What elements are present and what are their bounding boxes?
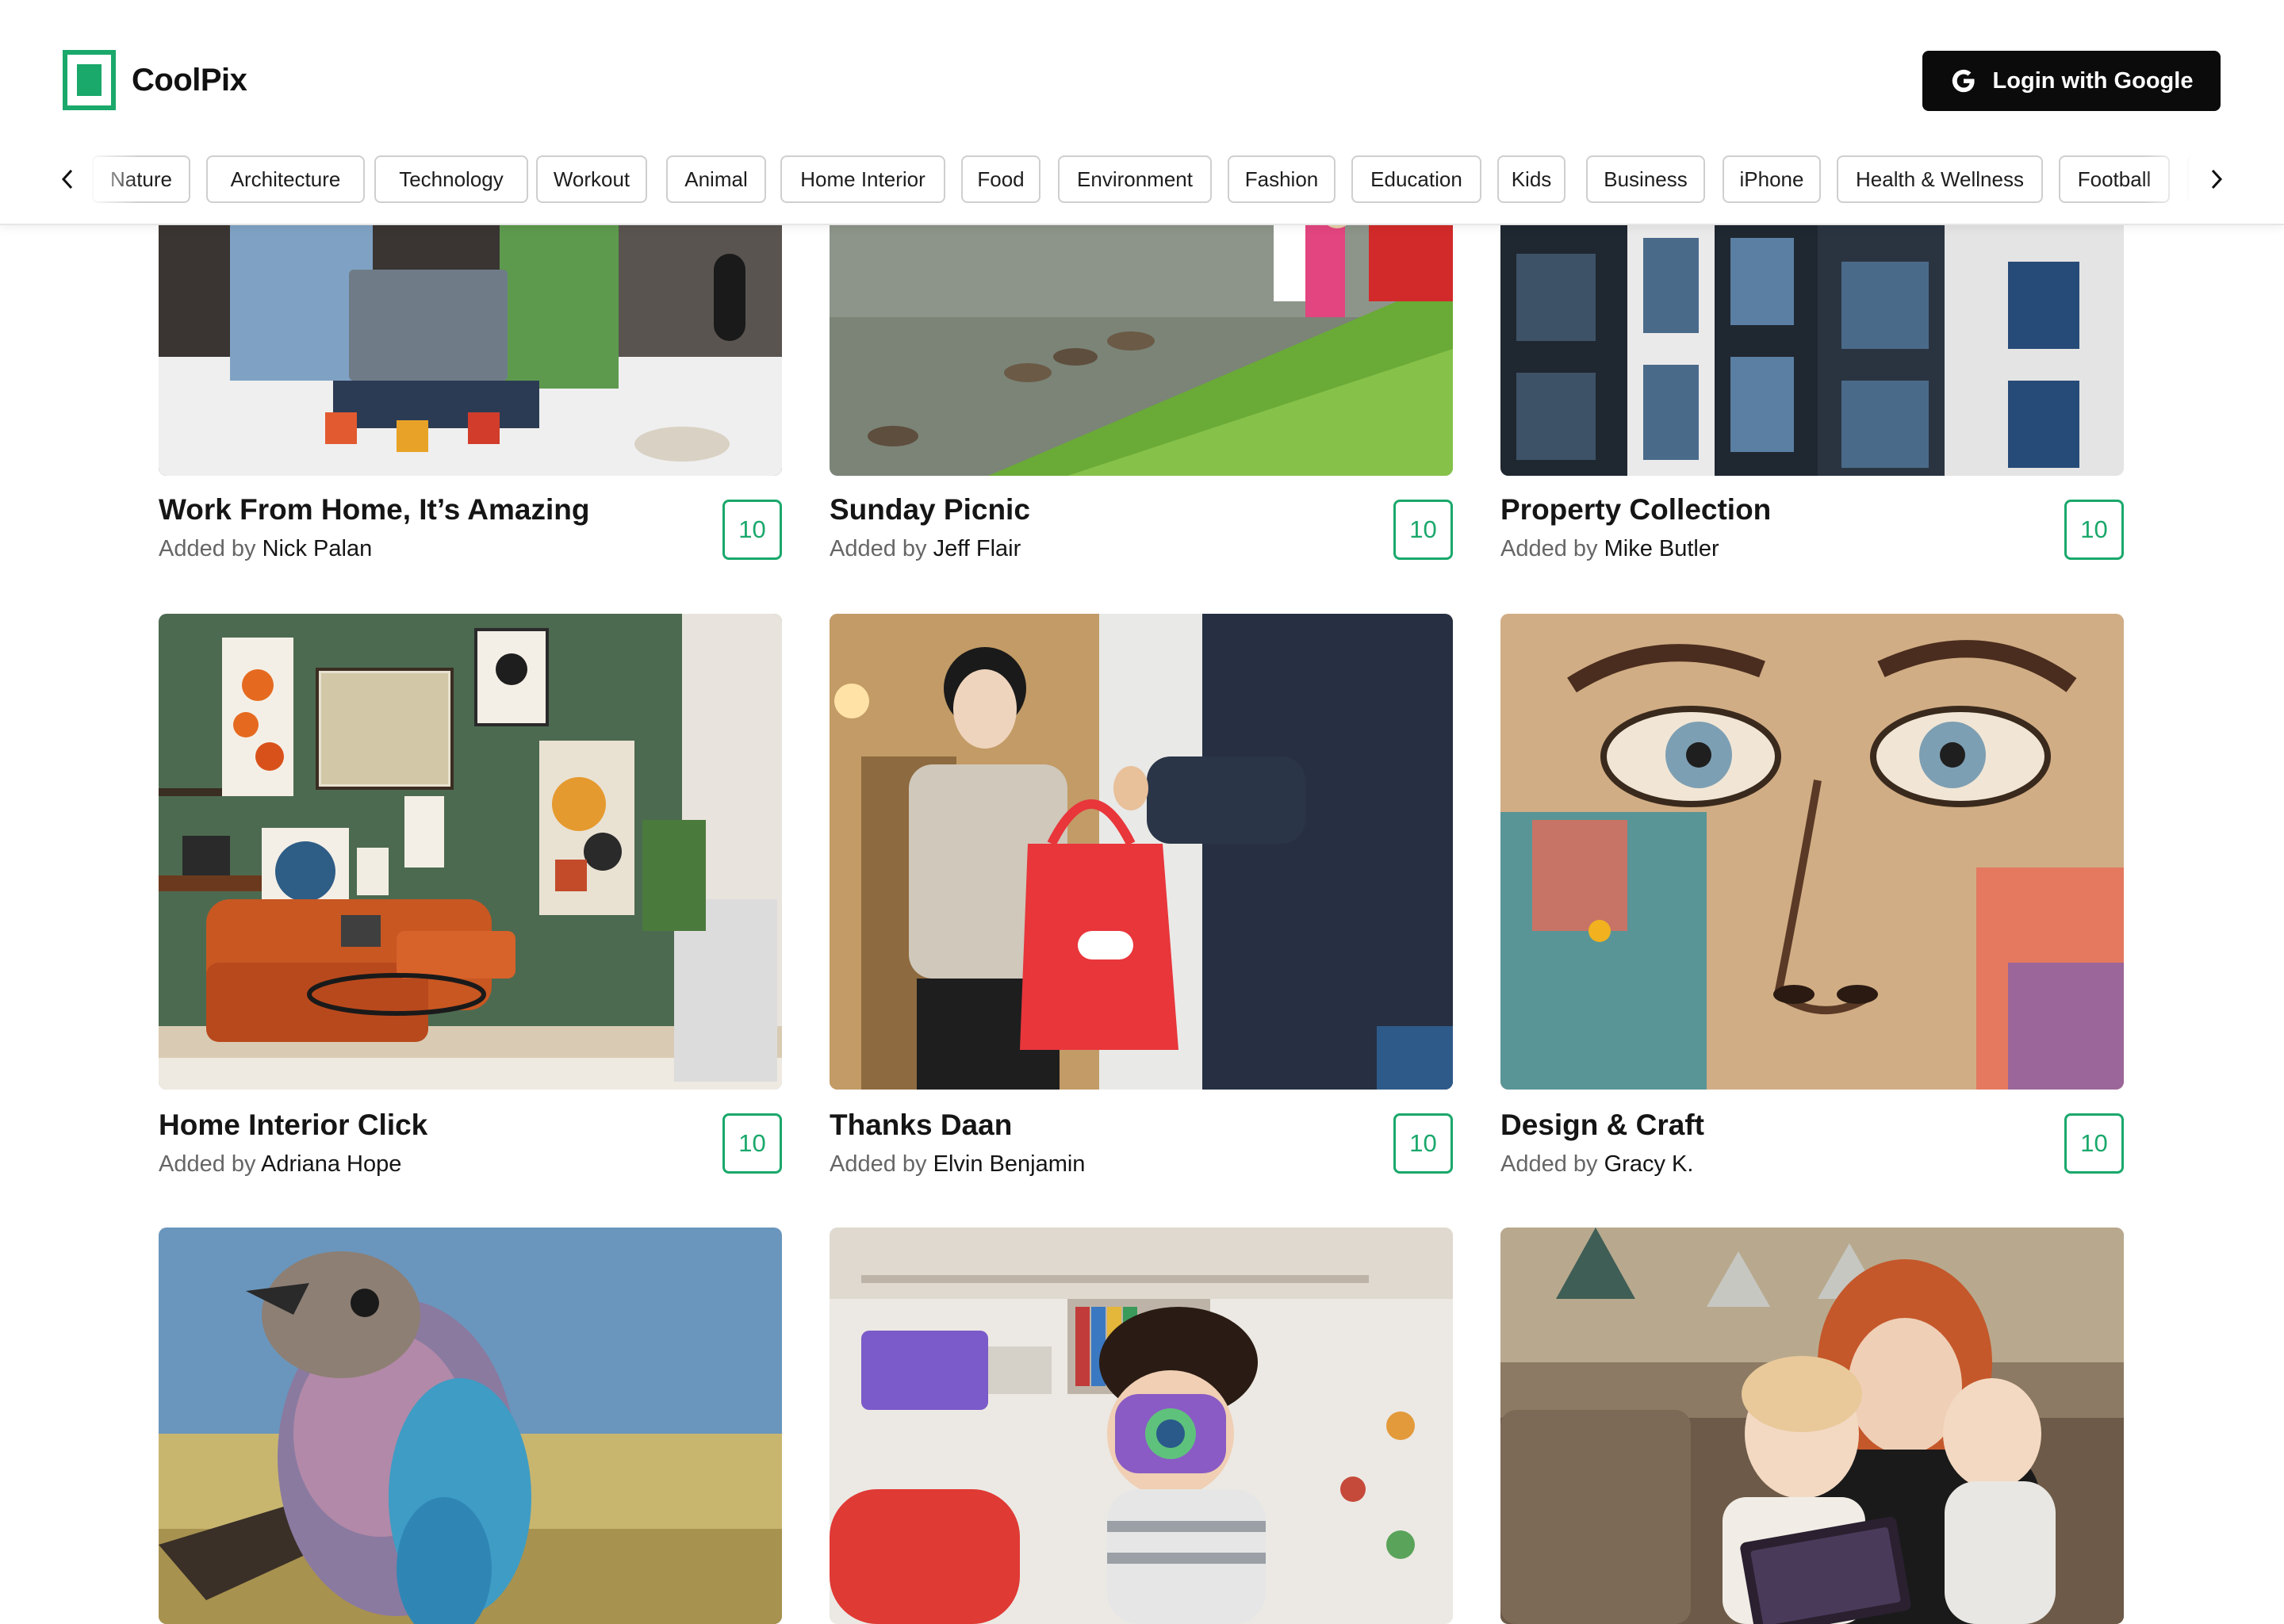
added-by-label: Added by bbox=[830, 536, 927, 561]
category-chip-food[interactable]: Food bbox=[961, 155, 1040, 203]
login-with-google-button[interactable]: Login with Google bbox=[1922, 51, 2221, 111]
card-image[interactable] bbox=[1500, 614, 2124, 1090]
category-chip-workout[interactable]: Workout bbox=[536, 155, 647, 203]
card-author[interactable]: Gracy K. bbox=[1604, 1151, 1694, 1177]
category-chip-home-interior[interactable]: Home Interior bbox=[780, 155, 945, 203]
category-chip-health-wellness[interactable]: Health & Wellness bbox=[1837, 155, 2043, 203]
card-title[interactable]: Property Collection bbox=[1500, 493, 1771, 527]
photo-count-badge[interactable]: 10 bbox=[2064, 1113, 2124, 1174]
photo-count-badge[interactable]: 10 bbox=[1393, 500, 1453, 560]
collection-card[interactable]: Home Interior Click Added by Adriana Hop… bbox=[159, 614, 782, 1178]
category-chip-overflow[interactable] bbox=[2187, 155, 2190, 203]
scroll-right-button[interactable] bbox=[2192, 155, 2240, 203]
card-image[interactable] bbox=[159, 614, 782, 1090]
card-byline: Added by Mike Butler bbox=[1500, 536, 1719, 562]
card-title[interactable]: Home Interior Click bbox=[159, 1109, 427, 1142]
card-author[interactable]: Adriana Hope bbox=[261, 1151, 401, 1177]
collection-card[interactable] bbox=[1500, 1228, 2124, 1624]
card-byline: Added by Gracy K. bbox=[1500, 1151, 1693, 1178]
card-title[interactable]: Thanks Daan bbox=[830, 1109, 1012, 1142]
category-chip-kids[interactable]: Kids bbox=[1497, 155, 1565, 203]
chevron-left-icon bbox=[61, 169, 73, 190]
collection-card[interactable]: Thanks Daan Added by Elvin Benjamin 10 bbox=[830, 614, 1453, 1178]
card-byline: Added by Adriana Hope bbox=[159, 1151, 401, 1178]
card-image[interactable] bbox=[1500, 1228, 2124, 1624]
logo-icon bbox=[63, 50, 116, 110]
added-by-label: Added by bbox=[1500, 1151, 1598, 1177]
top-header: CoolPix Login with Google Nature Archite… bbox=[0, 0, 2284, 225]
card-author[interactable]: Jeff Flair bbox=[933, 536, 1021, 561]
photo-count-badge[interactable]: 10 bbox=[2064, 500, 2124, 560]
collection-card[interactable] bbox=[159, 1228, 782, 1624]
category-chip-fashion[interactable]: Fashion bbox=[1228, 155, 1336, 203]
added-by-label: Added by bbox=[159, 536, 256, 561]
category-chip-list: Nature Architecture Technology Workout A… bbox=[92, 155, 2190, 203]
login-label: Login with Google bbox=[1992, 67, 2194, 94]
photo-count-badge[interactable]: 10 bbox=[1393, 1113, 1453, 1174]
category-chip-business[interactable]: Business bbox=[1586, 155, 1705, 203]
collection-card[interactable] bbox=[830, 1228, 1453, 1624]
card-image[interactable] bbox=[830, 1228, 1453, 1624]
added-by-label: Added by bbox=[159, 1151, 256, 1177]
category-chip-nature[interactable]: Nature bbox=[92, 155, 190, 203]
card-title[interactable]: Design & Craft bbox=[1500, 1109, 1704, 1142]
card-author[interactable]: Elvin Benjamin bbox=[933, 1151, 1086, 1177]
category-chip-iphone[interactable]: iPhone bbox=[1723, 155, 1821, 203]
brand-name: CoolPix bbox=[132, 62, 247, 98]
category-chip-football[interactable]: Football bbox=[2059, 155, 2170, 203]
category-chip-education[interactable]: Education bbox=[1351, 155, 1481, 203]
added-by-label: Added by bbox=[830, 1151, 927, 1177]
card-title[interactable]: Sunday Picnic bbox=[830, 493, 1030, 527]
chevron-right-icon bbox=[2211, 169, 2223, 190]
category-chip-environment[interactable]: Environment bbox=[1058, 155, 1212, 203]
category-chip-architecture[interactable]: Architecture bbox=[206, 155, 365, 203]
added-by-label: Added by bbox=[1500, 536, 1598, 561]
category-chip-technology[interactable]: Technology bbox=[374, 155, 528, 203]
card-byline: Added by Nick Palan bbox=[159, 536, 372, 562]
card-author[interactable]: Nick Palan bbox=[263, 536, 373, 561]
category-bar: Nature Architecture Technology Workout A… bbox=[0, 155, 2284, 203]
photo-count-badge[interactable]: 10 bbox=[722, 1113, 782, 1174]
card-image[interactable] bbox=[830, 614, 1453, 1090]
card-byline: Added by Jeff Flair bbox=[830, 536, 1021, 562]
collection-card[interactable]: Design & Craft Added by Gracy K. 10 bbox=[1500, 614, 2124, 1178]
card-title[interactable]: Work From Home, It’s Amazing bbox=[159, 493, 589, 527]
google-icon bbox=[1950, 67, 1977, 94]
photo-count-badge[interactable]: 10 bbox=[722, 500, 782, 560]
collection-card[interactable]: Sunday Picnic Added by Jeff Flair 10 bbox=[830, 174, 1453, 571]
brand-logo[interactable]: CoolPix bbox=[63, 50, 247, 110]
card-author[interactable]: Mike Butler bbox=[1604, 536, 1719, 561]
collection-card[interactable]: Property Collection Added by Mike Butler… bbox=[1500, 174, 2124, 571]
card-image[interactable] bbox=[159, 1228, 782, 1624]
scroll-left-button[interactable] bbox=[44, 155, 92, 203]
collection-card[interactable]: Work From Home, It’s Amazing Added by Ni… bbox=[159, 174, 782, 571]
card-byline: Added by Elvin Benjamin bbox=[830, 1151, 1085, 1178]
category-chip-animal[interactable]: Animal bbox=[666, 155, 766, 203]
